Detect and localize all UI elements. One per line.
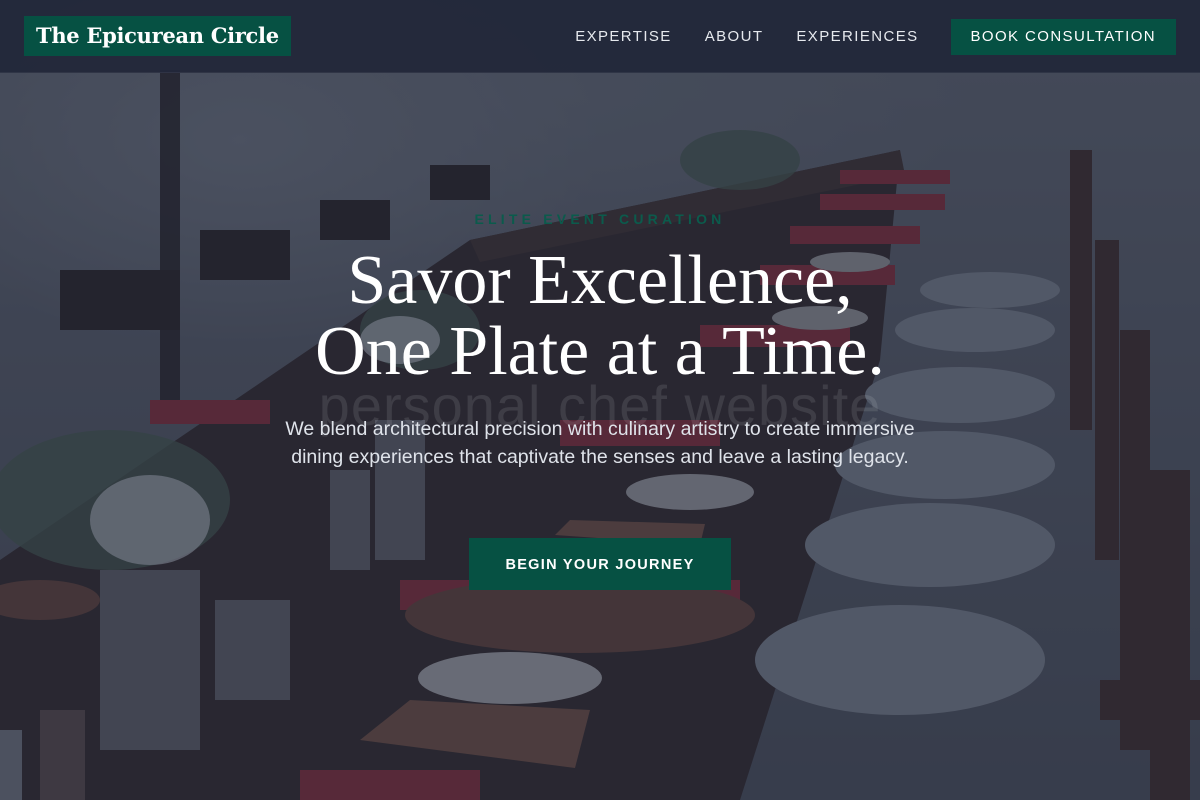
main-nav: EXPERTISE ABOUT EXPERIENCES BOOK CONSULT… xyxy=(575,0,1176,73)
hero-subtitle: We blend architectural precision with cu… xyxy=(285,418,915,468)
hero-title-line-2: One Plate at a Time. xyxy=(315,313,885,390)
nav-link-about[interactable]: ABOUT xyxy=(705,28,764,45)
begin-journey-button[interactable]: BEGIN YOUR JOURNEY xyxy=(469,538,731,590)
site-logo[interactable]: The Epicurean Circle xyxy=(24,16,291,56)
page: The Epicurean Circle EXPERTISE ABOUT EXP… xyxy=(0,0,1200,800)
nav-link-experiences[interactable]: EXPERIENCES xyxy=(796,28,918,45)
book-consultation-button[interactable]: BOOK CONSULTATION xyxy=(950,18,1176,55)
nav-link-expertise[interactable]: EXPERTISE xyxy=(575,28,672,45)
hero-eyebrow: ELITE EVENT CURATION xyxy=(474,211,726,227)
hero-section: ELITE EVENT CURATION personal chef websi… xyxy=(0,73,1200,800)
site-header: The Epicurean Circle EXPERTISE ABOUT EXP… xyxy=(0,0,1200,73)
hero-title: Savor Excellence, One Plate at a Time. xyxy=(100,245,1100,387)
hero-title-line-1: Savor Excellence, xyxy=(347,242,853,319)
